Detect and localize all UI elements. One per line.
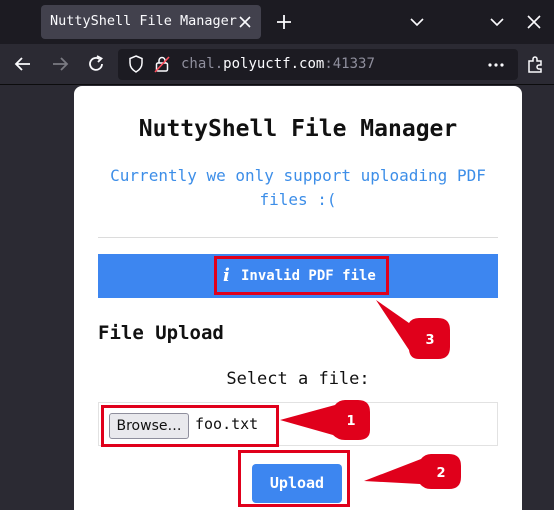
insecure-lock-icon[interactable] xyxy=(152,54,172,74)
reload-icon[interactable] xyxy=(85,53,107,75)
page-viewport: NuttyShell File Manager Currently we onl… xyxy=(0,86,554,510)
alert-message: Invalid PDF file xyxy=(241,268,376,284)
browser-tab[interactable]: NuttyShell File Manager xyxy=(41,5,261,39)
browse-button[interactable]: Browse… xyxy=(109,413,189,439)
extensions-icon[interactable] xyxy=(524,53,546,75)
nav-toolbar: chal.polyuctf.com:41337 xyxy=(0,44,554,85)
select-file-label: Select a file: xyxy=(226,369,370,389)
chevron-down-icon[interactable] xyxy=(406,11,428,33)
alert-highlight-box: i Invalid PDF file xyxy=(214,256,389,295)
forward-arrow-icon[interactable] xyxy=(49,53,71,75)
tab-strip: NuttyShell File Manager xyxy=(0,0,554,44)
file-input-highlight: Browse… foo.txt xyxy=(101,405,279,447)
window-close-icon[interactable] xyxy=(523,11,545,33)
url-bar[interactable]: chal.polyuctf.com:41337 xyxy=(118,49,518,80)
support-notice: Currently we only support uploading PDF … xyxy=(110,166,486,209)
back-arrow-icon[interactable] xyxy=(12,53,34,75)
tab-title: NuttyShell File Manager xyxy=(50,13,237,29)
file-manager-card: NuttyShell File Manager Currently we onl… xyxy=(74,86,522,510)
more-options-icon[interactable] xyxy=(486,55,506,75)
info-icon: i xyxy=(223,265,230,286)
error-alert: i Invalid PDF file xyxy=(98,254,498,298)
file-input-container: Browse… foo.txt xyxy=(98,402,498,447)
new-tab-icon[interactable] xyxy=(273,11,295,33)
shield-icon[interactable] xyxy=(126,54,146,74)
section-title: File Upload xyxy=(98,322,224,344)
upload-highlight: Upload xyxy=(238,450,350,507)
minimize-icon[interactable] xyxy=(486,11,508,33)
selected-file-name: foo.txt xyxy=(195,415,259,433)
url-port: :41337 xyxy=(324,56,375,72)
close-tab-icon[interactable] xyxy=(235,12,255,32)
divider xyxy=(98,237,498,238)
url-prefix: chal. xyxy=(181,56,224,72)
url-domain: polyuctf.com xyxy=(223,56,325,72)
page-title: NuttyShell File Manager xyxy=(138,116,458,142)
url-text: chal.polyuctf.com:41337 xyxy=(181,56,375,72)
upload-button[interactable]: Upload xyxy=(252,464,342,503)
